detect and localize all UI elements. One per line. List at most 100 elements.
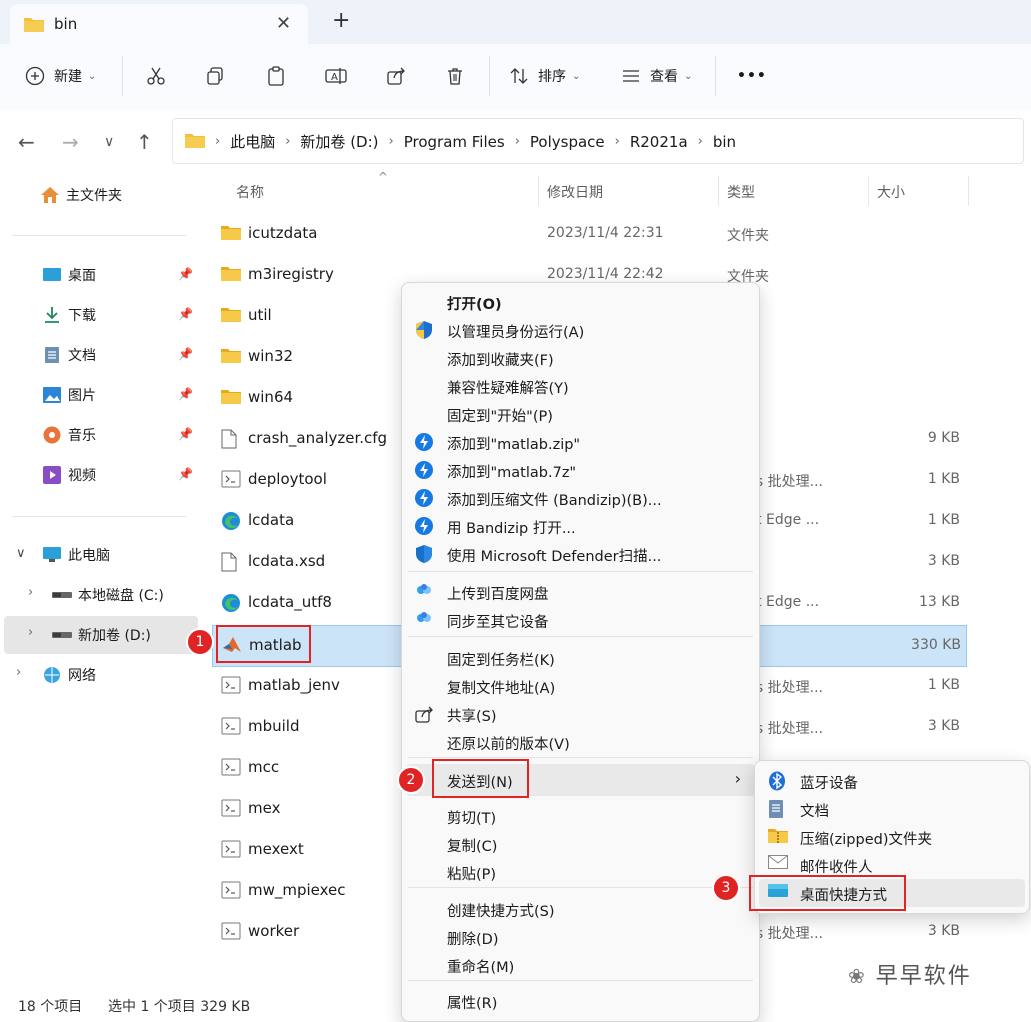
context-menu-item[interactable]: 上传到百度网盘 bbox=[402, 578, 759, 606]
breadcrumb-item[interactable]: Program Files bbox=[404, 133, 505, 151]
sidebar-item-videos[interactable]: 视频 bbox=[42, 457, 198, 493]
context-menu-item[interactable]: 以管理员身份运行(A) bbox=[402, 316, 759, 344]
pin-icon[interactable]: 📌 bbox=[178, 307, 193, 321]
address-bar[interactable]: › 此电脑 › 新加卷 (D:) › Program Files › Polys… bbox=[172, 118, 1024, 164]
paste-button[interactable] bbox=[265, 62, 287, 90]
file-name: worker bbox=[248, 922, 300, 940]
tab-bin[interactable]: bin ✕ bbox=[10, 4, 308, 44]
context-menu-item[interactable]: 固定到任务栏(K) bbox=[402, 644, 759, 672]
send-to-item[interactable]: 蓝牙设备 bbox=[755, 767, 1029, 795]
context-menu-item[interactable]: 共享(S) bbox=[402, 700, 759, 728]
new-button[interactable]: 新建 ⌄ bbox=[24, 62, 96, 90]
breadcrumb-item[interactable]: 新加卷 (D:) bbox=[300, 131, 378, 152]
recent-chevron-icon[interactable]: ∨ bbox=[104, 134, 114, 150]
context-menu-item[interactable]: 兼容性疑难解答(Y) bbox=[402, 372, 759, 400]
sidebar-item-drive-d[interactable]: 新加卷 (D:) bbox=[52, 617, 198, 653]
context-menu-item[interactable]: 同步至其它设备 bbox=[402, 606, 759, 634]
sidebar-item-label: 主文件夹 bbox=[66, 188, 122, 204]
column-header-size[interactable]: 大小 bbox=[877, 182, 905, 202]
file-name: lcdata_utf8 bbox=[248, 593, 332, 611]
annotation-badge-3: 3 bbox=[712, 874, 740, 902]
column-divider[interactable] bbox=[718, 176, 719, 206]
bat-icon bbox=[221, 470, 241, 488]
file-name: win32 bbox=[248, 347, 294, 365]
context-menu-item[interactable]: 复制文件地址(A) bbox=[402, 672, 759, 700]
context-menu-item[interactable]: 添加到收藏夹(F) bbox=[402, 344, 759, 372]
forward-arrow-icon[interactable]: → bbox=[62, 130, 79, 154]
sidebar-item-home[interactable]: 主文件夹 bbox=[40, 177, 198, 213]
back-arrow-icon[interactable]: ← bbox=[18, 130, 35, 154]
pin-icon[interactable]: 📌 bbox=[178, 387, 193, 401]
sidebar-item-downloads[interactable]: 下载 bbox=[42, 297, 198, 333]
baidu-icon bbox=[414, 582, 434, 602]
context-menu-item[interactable]: 使用 Microsoft Defender扫描... bbox=[402, 540, 759, 568]
context-menu-item[interactable]: 添加到"matlab.7z" bbox=[402, 456, 759, 484]
share-icon bbox=[414, 704, 434, 724]
breadcrumb-item[interactable]: 此电脑 bbox=[230, 131, 275, 152]
up-arrow-icon[interactable]: ↑ bbox=[136, 130, 153, 154]
send-to-item[interactable]: 压缩(zipped)文件夹 bbox=[755, 823, 1029, 851]
column-header-type[interactable]: 类型 bbox=[727, 182, 755, 202]
expand-chevron-icon[interactable]: › bbox=[28, 585, 33, 600]
menu-item-label: 以管理员身份运行(A) bbox=[447, 325, 585, 341]
pin-icon[interactable]: 📌 bbox=[178, 427, 193, 441]
sort-button[interactable]: 排序 ⌄ bbox=[508, 62, 580, 90]
context-menu-item[interactable]: 删除(D) bbox=[402, 923, 759, 951]
context-menu-item[interactable]: 还原以前的版本(V) bbox=[402, 728, 759, 756]
context-menu-item[interactable]: 创建快捷方式(S) bbox=[402, 895, 759, 923]
more-button[interactable]: ••• bbox=[737, 62, 767, 90]
bandizip-icon bbox=[414, 432, 434, 452]
file-size: 9 KB bbox=[927, 430, 960, 446]
sidebar-item-drive-c[interactable]: 本地磁盘 (C:) bbox=[52, 577, 198, 613]
column-divider[interactable] bbox=[868, 176, 869, 206]
context-menu-item[interactable]: 打开(O) bbox=[402, 288, 759, 316]
context-menu-item[interactable]: 复制(C) bbox=[402, 830, 759, 858]
breadcrumb-item[interactable]: R2021a bbox=[630, 133, 688, 151]
bat-icon bbox=[221, 840, 241, 858]
breadcrumb-item[interactable]: Polyspace bbox=[530, 133, 605, 151]
close-tab-icon[interactable]: ✕ bbox=[276, 13, 291, 34]
sidebar-item-this-pc[interactable]: 此电脑 bbox=[42, 537, 198, 573]
menu-item-label: 用 Bandizip 打开... bbox=[447, 521, 576, 537]
sidebar-item-documents[interactable]: 文档 bbox=[42, 337, 198, 373]
file-size: 3 KB bbox=[927, 553, 960, 569]
breadcrumb-item[interactable]: bin bbox=[713, 133, 736, 151]
pin-icon[interactable]: 📌 bbox=[178, 467, 193, 481]
pin-icon[interactable]: 📌 bbox=[178, 347, 193, 361]
table-row[interactable]: icutzdata 2023/11/4 22:31 文件夹 bbox=[212, 214, 965, 254]
file-icon bbox=[221, 429, 241, 449]
expand-chevron-icon[interactable]: ∨ bbox=[16, 546, 26, 561]
pin-icon[interactable]: 📌 bbox=[178, 267, 193, 281]
divider bbox=[12, 516, 186, 517]
bandizip-icon bbox=[414, 488, 434, 508]
view-button[interactable]: 查看 ⌄ bbox=[620, 62, 692, 90]
copy-button[interactable] bbox=[204, 62, 226, 90]
context-menu-item[interactable]: 剪切(T) bbox=[402, 802, 759, 830]
cut-button[interactable] bbox=[145, 62, 167, 90]
sidebar-item-label: 此电脑 bbox=[68, 548, 110, 564]
new-tab-button[interactable]: + bbox=[332, 8, 350, 33]
sidebar-item-pictures[interactable]: 图片 bbox=[42, 377, 198, 413]
context-menu-item[interactable]: 添加到压缩文件 (Bandizip)(B)... bbox=[402, 484, 759, 512]
delete-button[interactable] bbox=[444, 62, 466, 90]
expand-chevron-icon[interactable]: › bbox=[28, 625, 33, 640]
rename-button[interactable]: A bbox=[325, 62, 347, 90]
share-button[interactable] bbox=[385, 62, 407, 90]
context-menu-item[interactable]: 添加到"matlab.zip" bbox=[402, 428, 759, 456]
context-menu-item[interactable]: 粘贴(P) bbox=[402, 858, 759, 886]
send-to-item[interactable]: 文档 bbox=[755, 795, 1029, 823]
column-divider[interactable] bbox=[538, 176, 539, 206]
context-menu-item[interactable]: 固定到"开始"(P) bbox=[402, 400, 759, 428]
sidebar-item-desktop[interactable]: 桌面 bbox=[42, 257, 198, 293]
expand-chevron-icon[interactable]: › bbox=[16, 665, 21, 680]
context-menu-item[interactable]: 属性(R) bbox=[402, 987, 759, 1015]
context-menu-item[interactable]: 用 Bandizip 打开... bbox=[402, 512, 759, 540]
column-header-modified[interactable]: 修改日期 bbox=[547, 182, 603, 202]
sidebar-item-music[interactable]: 音乐 bbox=[42, 417, 198, 453]
column-header-name[interactable]: 名称 bbox=[236, 182, 264, 202]
sidebar-item-network[interactable]: 网络 bbox=[42, 657, 198, 693]
folder-icon bbox=[24, 16, 44, 36]
column-divider[interactable] bbox=[968, 176, 969, 206]
menu-item-label: 上传到百度网盘 bbox=[447, 587, 549, 603]
context-menu-item[interactable]: 重命名(M) bbox=[402, 951, 759, 979]
